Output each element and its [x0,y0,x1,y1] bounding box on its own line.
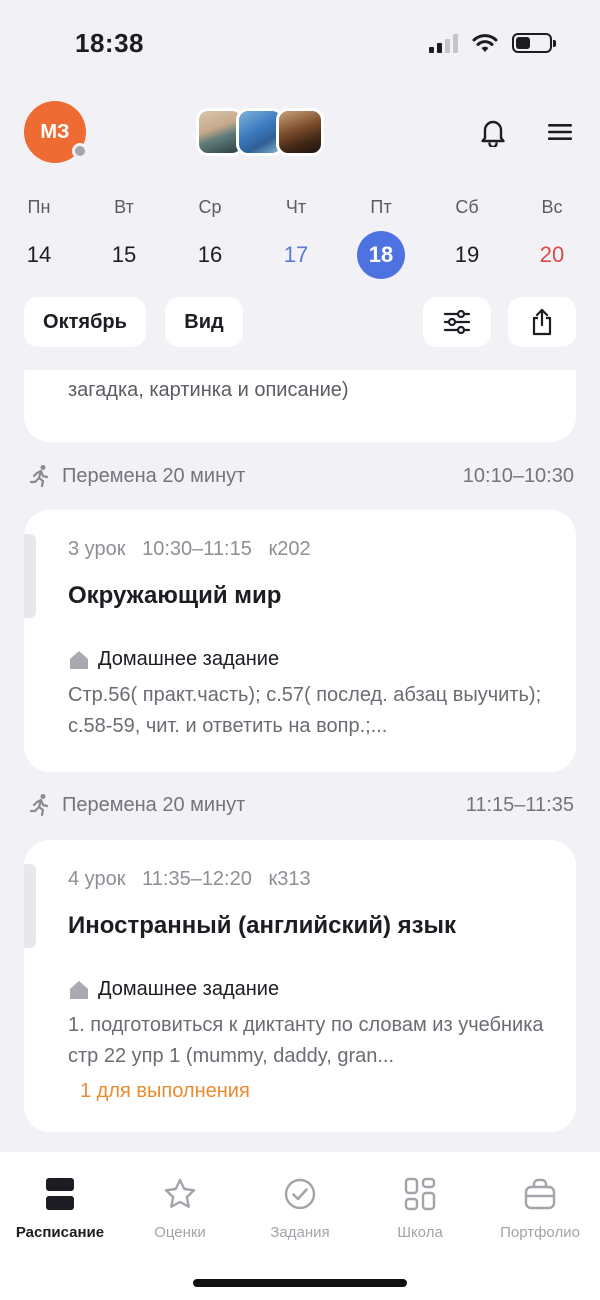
share-button[interactable] [508,297,576,347]
status-dot [72,143,88,159]
cellular-signal-icon [429,33,458,53]
break-time: 11:15–11:35 [465,793,574,816]
homework-text: Стр.56( практ.часть); с.57( послед. абза… [68,684,542,737]
lesson-meta: 3 урок 10:30–11:15 к202 [68,538,311,560]
tab-school[interactable]: Школа [360,1174,480,1241]
story-thumbnail[interactable] [276,108,324,156]
status-icons [429,33,556,53]
day-wed[interactable]: Ср 16 [180,195,240,279]
homework-header: Домашнее задание [68,648,279,671]
briefcase-icon [480,1174,600,1214]
lesson-card[interactable]: 4 урок 11:35–12:20 к313 Иностранный (анг… [24,840,576,1132]
tab-label: Школа [397,1224,443,1241]
break-label: Перемена 20 минут [62,793,246,816]
tab-schedule[interactable]: Расписание [0,1174,120,1241]
star-icon [120,1174,240,1214]
view-button[interactable]: Вид [165,297,243,347]
day-sat[interactable]: Сб 19 [437,195,497,279]
lesson-accent-bar [24,864,36,948]
day-fri-selected[interactable]: Пт 18 [351,195,411,279]
lesson-accent-bar [24,534,36,618]
day-name: Пн [27,197,51,217]
tab-label: Задания [270,1224,330,1241]
day-number-selected: 18 [357,231,405,279]
lesson-card-previous[interactable]: Стр.55, выразит. читать, сообщение об 1 … [24,370,576,442]
lesson-title: Окружающий мир [68,582,282,609]
tab-portfolio[interactable]: Портфолио [480,1174,600,1241]
week-strip: Пн 14 Вт 15 Ср 16 Чт 17 Пт 18 Сб 19 Вс 2… [0,195,600,285]
tab-label: Оценки [154,1224,206,1241]
tab-grades[interactable]: Оценки [120,1174,240,1241]
tab-label: Расписание [15,1224,105,1241]
lesson-card[interactable]: 3 урок 10:30–11:15 к202 Окружающий мир Д… [24,510,576,772]
day-sun[interactable]: Вс 20 [522,195,582,279]
break-label: Перемена 20 минут [62,464,246,487]
notifications-bell-icon[interactable] [475,114,511,150]
tab-label: Портфолио [500,1224,580,1241]
day-number: 17 [283,242,309,267]
check-circle-icon [240,1174,360,1214]
share-icon [532,308,552,336]
day-name: Вт [114,197,134,217]
homework-text: 1. подготовиться к диктанту по словам из… [68,1014,544,1067]
app-header: МЗ [0,100,600,166]
day-number: 15 [111,242,137,267]
avatar-initials: МЗ [40,120,70,143]
house-icon [68,979,90,1001]
status-bar: 18:38 [0,0,600,90]
schedule-icon [0,1174,120,1214]
homework-label: Домашнее задание [98,648,280,670]
break-row: Перемена 20 минут 11:15–11:35 [28,790,574,820]
day-thu[interactable]: Чт 17 [266,195,326,279]
wifi-icon [472,34,498,52]
month-button[interactable]: Октябрь [24,297,146,347]
home-indicator[interactable] [193,1279,407,1287]
break-time: 10:10–10:30 [462,464,574,487]
status-time: 18:38 [75,28,144,58]
homework-text: Стр.55, выразит. читать, сообщение об 1 … [68,379,349,401]
day-number: 19 [454,242,480,267]
story-thumbnails[interactable] [196,108,324,156]
homework-header: Домашнее задание [68,978,279,1001]
battery-icon [512,33,556,53]
hamburger-menu-icon[interactable] [542,114,578,150]
day-mon[interactable]: Пн 14 [9,195,69,279]
day-name: Пт [370,197,392,217]
running-person-icon [28,793,52,817]
day-name: Ср [198,197,222,217]
avatar[interactable]: МЗ [24,101,88,163]
bottom-tab-bar: Расписание Оценки Задания Школа Портфоли… [0,1152,600,1300]
day-number: 20 [539,242,565,267]
tab-tasks[interactable]: Задания [240,1174,360,1241]
sliders-icon [443,310,471,334]
day-tue[interactable]: Вт 15 [94,195,154,279]
day-name: Сб [455,197,479,217]
day-name: Чт [285,197,307,217]
lesson-meta: 4 урок 11:35–12:20 к313 [68,868,311,890]
day-name: Вс [541,197,563,217]
schedule-list[interactable]: Стр.55, выразит. читать, сообщение об 1 … [0,370,600,1152]
lesson-title: Иностранный (английский) язык [68,912,457,939]
house-icon [68,649,90,671]
grid-icon [360,1174,480,1214]
schedule-controls: Октябрь Вид [0,297,600,347]
filter-button[interactable] [423,297,491,347]
running-person-icon [28,464,52,488]
day-number: 16 [197,242,223,267]
day-number: 14 [26,242,52,267]
break-row: Перемена 20 минут 10:10–10:30 [28,461,574,491]
homework-label: Домашнее задание [98,978,280,1000]
tasks-to-complete-badge[interactable]: 1 для выполнения [80,1080,250,1103]
